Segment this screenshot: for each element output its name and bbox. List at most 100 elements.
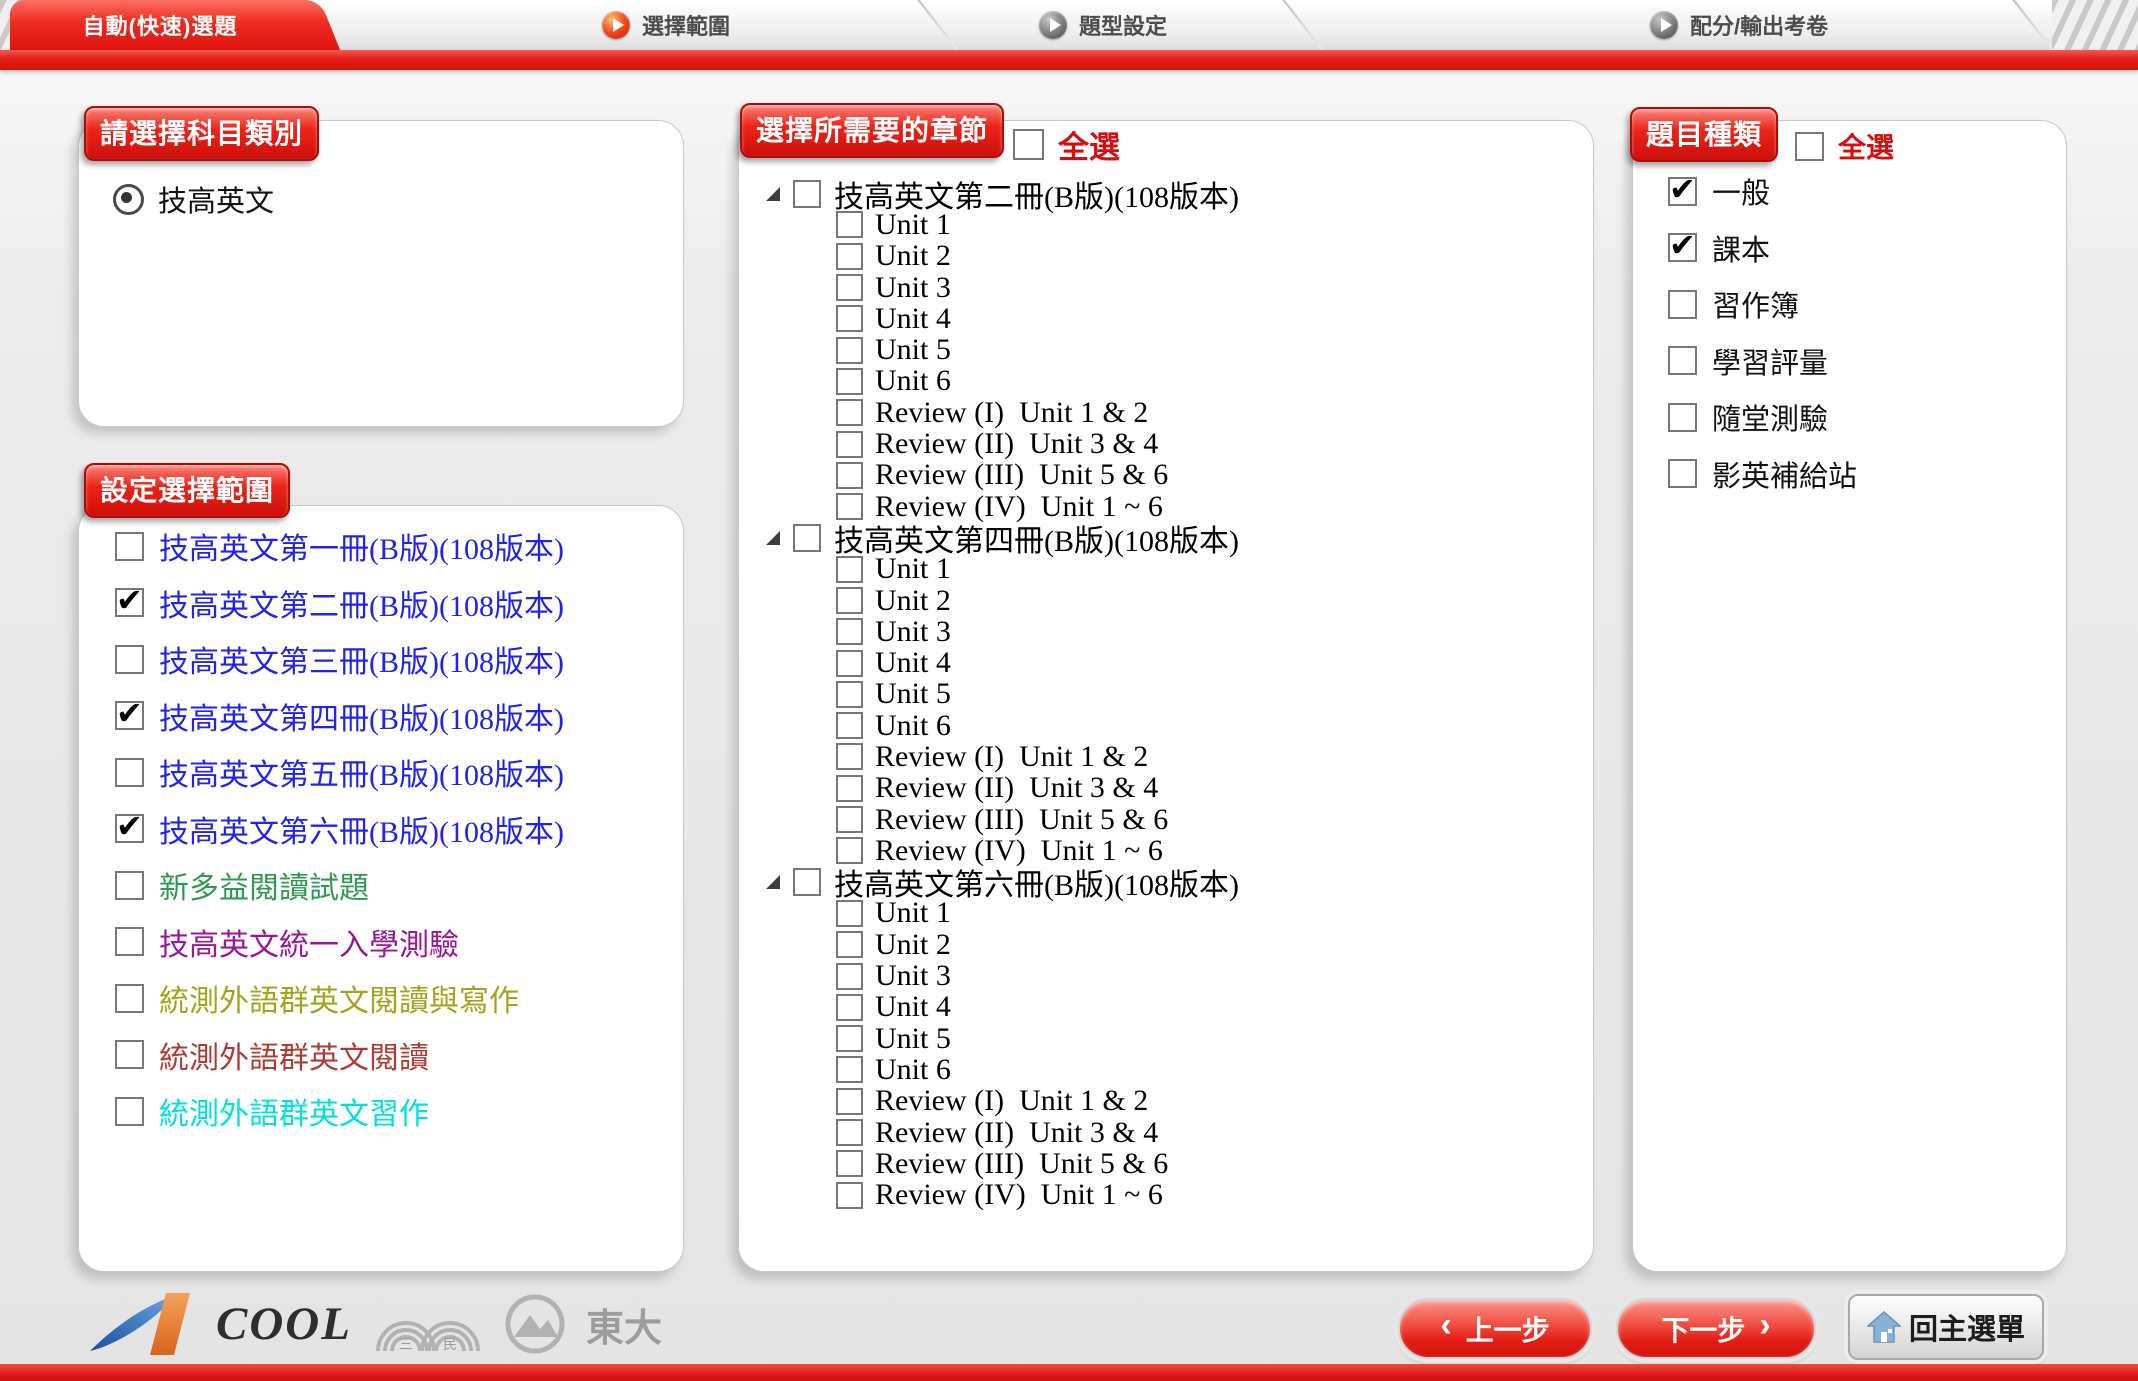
chapter-tree-unit-row[interactable]: Unit 6 <box>739 366 1593 397</box>
chapter-tree-unit-row[interactable]: Unit 5 <box>739 334 1593 365</box>
chapter-tree-unit-row[interactable]: Review (III) Unit 5 & 6 <box>739 1148 1593 1179</box>
checkbox[interactable] <box>836 650 863 677</box>
checkbox[interactable] <box>836 368 863 395</box>
chapter-tree-unit-row[interactable]: Unit 4 <box>739 992 1593 1023</box>
chapter-tree-unit-row[interactable]: Unit 2 <box>739 585 1593 616</box>
previous-step-button[interactable]: ‹ 上一步 <box>1398 1298 1592 1359</box>
checkbox[interactable] <box>836 775 863 802</box>
checkbox[interactable] <box>793 868 821 896</box>
checkbox[interactable] <box>836 900 863 927</box>
checkbox-list-item[interactable]: 課本 <box>1668 220 2066 277</box>
checkbox[interactable] <box>836 994 863 1021</box>
chapter-tree-book-row[interactable]: 技高英文第二冊(B版)(108版本) <box>739 178 1593 209</box>
chapter-tree-unit-row[interactable]: Unit 3 <box>739 272 1593 303</box>
checkbox[interactable] <box>793 524 821 552</box>
checkbox[interactable] <box>115 871 144 900</box>
checkbox[interactable] <box>1668 233 1697 262</box>
checkbox-list-item[interactable]: 一般 <box>1668 163 2066 220</box>
checkbox-list-item[interactable]: 統測外語群英文習作 <box>115 1083 683 1140</box>
next-step-button[interactable]: 下一步 › <box>1616 1298 1816 1359</box>
checkbox[interactable] <box>836 1056 863 1083</box>
chapter-tree-unit-row[interactable]: Unit 4 <box>739 303 1593 334</box>
checkbox[interactable] <box>836 337 863 364</box>
tree-expanded-triangle-icon[interactable] <box>766 875 780 889</box>
checkbox[interactable] <box>836 806 863 833</box>
chapter-tree-unit-row[interactable]: Review (II) Unit 3 & 4 <box>739 773 1593 804</box>
checkbox[interactable] <box>115 814 144 843</box>
checkbox[interactable] <box>115 1040 144 1069</box>
checkbox[interactable] <box>836 431 863 458</box>
checkbox-list-item[interactable]: 影英補給站 <box>1668 446 2066 503</box>
checkbox-list-item[interactable]: 技高英文第五冊(B版)(108版本) <box>115 744 683 801</box>
checkbox[interactable] <box>1668 403 1697 432</box>
types-select-all[interactable]: 全選 <box>1795 126 1894 166</box>
checkbox[interactable] <box>836 399 863 426</box>
checkbox-list-item[interactable]: 統測外語群英文閱讀 <box>115 1027 683 1084</box>
chapter-tree-unit-row[interactable]: Review (I) Unit 1 & 2 <box>739 397 1593 428</box>
chapter-tree-unit-row[interactable]: Review (III) Unit 5 & 6 <box>739 804 1593 835</box>
checkbox-list-item[interactable]: 學習評量 <box>1668 333 2066 390</box>
checkbox-list-item[interactable]: 技高英文統一入學測驗 <box>115 914 683 971</box>
tree-expanded-triangle-icon[interactable] <box>766 531 780 545</box>
chapters-select-all[interactable]: 全選 <box>1013 122 1120 167</box>
checkbox[interactable] <box>836 1088 863 1115</box>
checkbox[interactable] <box>836 462 863 489</box>
checkbox-list-item[interactable]: 習作簿 <box>1668 276 2066 333</box>
checkbox[interactable] <box>836 837 863 864</box>
checkbox[interactable] <box>836 712 863 739</box>
checkbox[interactable] <box>836 681 863 708</box>
chapter-tree-book-row[interactable]: 技高英文第六冊(B版)(108版本) <box>739 867 1593 898</box>
tab-select-range[interactable]: 選擇範圍 <box>602 0 730 50</box>
chapter-tree-unit-row[interactable]: Review (II) Unit 3 & 4 <box>739 1117 1593 1148</box>
chapter-tree-unit-row[interactable]: Unit 6 <box>739 1054 1593 1085</box>
checkbox[interactable] <box>836 1119 863 1146</box>
checkbox[interactable] <box>836 1182 863 1209</box>
chapter-tree-unit-row[interactable]: Unit 2 <box>739 241 1593 272</box>
checkbox[interactable] <box>1668 346 1697 375</box>
checkbox[interactable] <box>1668 459 1697 488</box>
checkbox[interactable] <box>836 243 863 270</box>
chapter-tree-unit-row[interactable]: Unit 5 <box>739 679 1593 710</box>
chapter-tree-unit-row[interactable]: Review (I) Unit 1 & 2 <box>739 741 1593 772</box>
checkbox-list-item[interactable]: 新多益閱讀試題 <box>115 857 683 914</box>
checkbox-list-item[interactable]: 技高英文第一冊(B版)(108版本) <box>115 518 683 575</box>
chapter-tree-unit-row[interactable]: Unit 3 <box>739 960 1593 991</box>
chapter-tree-unit-row[interactable]: Unit 3 <box>739 616 1593 647</box>
checkbox[interactable] <box>1668 177 1697 206</box>
checkbox[interactable] <box>793 180 821 208</box>
checkbox[interactable] <box>836 305 863 332</box>
checkbox[interactable] <box>115 1097 144 1126</box>
tree-expanded-triangle-icon[interactable] <box>766 187 780 201</box>
chapter-tree-unit-row[interactable]: Unit 5 <box>739 1023 1593 1054</box>
chapter-tree-unit-row[interactable]: Review (IV) Unit 1 ~ 6 <box>739 1180 1593 1211</box>
checkbox[interactable] <box>115 701 144 730</box>
checkbox[interactable] <box>1013 129 1044 160</box>
chapter-tree-unit-row[interactable]: Unit 4 <box>739 647 1593 678</box>
chapter-tree-unit-row[interactable]: Unit 6 <box>739 710 1593 741</box>
checkbox[interactable] <box>115 645 144 674</box>
checkbox[interactable] <box>836 931 863 958</box>
checkbox[interactable] <box>115 984 144 1013</box>
checkbox-list-item[interactable]: 技高英文第三冊(B版)(108版本) <box>115 631 683 688</box>
tab-score-output[interactable]: 配分/輸出考卷 <box>1650 0 1828 50</box>
checkbox[interactable] <box>836 743 863 770</box>
chapter-tree-book-row[interactable]: 技高英文第四冊(B版)(108版本) <box>739 522 1593 553</box>
checkbox[interactable] <box>836 274 863 301</box>
chapter-tree-unit-row[interactable]: Review (III) Unit 5 & 6 <box>739 460 1593 491</box>
checkbox-list-item[interactable]: 技高英文第二冊(B版)(108版本) <box>115 575 683 632</box>
checkbox[interactable] <box>836 493 863 520</box>
checkbox[interactable] <box>836 963 863 990</box>
back-to-main-menu-button[interactable]: 回主選單 <box>1848 1294 2044 1360</box>
checkbox[interactable] <box>1668 290 1697 319</box>
checkbox[interactable] <box>115 927 144 956</box>
checkbox-list-item[interactable]: 隨堂測驗 <box>1668 389 2066 446</box>
checkbox-list-item[interactable]: 技高英文第四冊(B版)(108版本) <box>115 688 683 745</box>
checkbox-list-item[interactable]: 統測外語群英文閱讀與寫作 <box>115 970 683 1027</box>
checkbox-list-item[interactable]: 技高英文第六冊(B版)(108版本) <box>115 801 683 858</box>
checkbox[interactable] <box>836 211 863 238</box>
checkbox[interactable] <box>836 1025 863 1052</box>
tab-question-type-settings[interactable]: 題型設定 <box>1039 0 1167 50</box>
checkbox[interactable] <box>836 1150 863 1177</box>
chapter-tree-unit-row[interactable]: Review (II) Unit 3 & 4 <box>739 428 1593 459</box>
checkbox[interactable] <box>836 618 863 645</box>
